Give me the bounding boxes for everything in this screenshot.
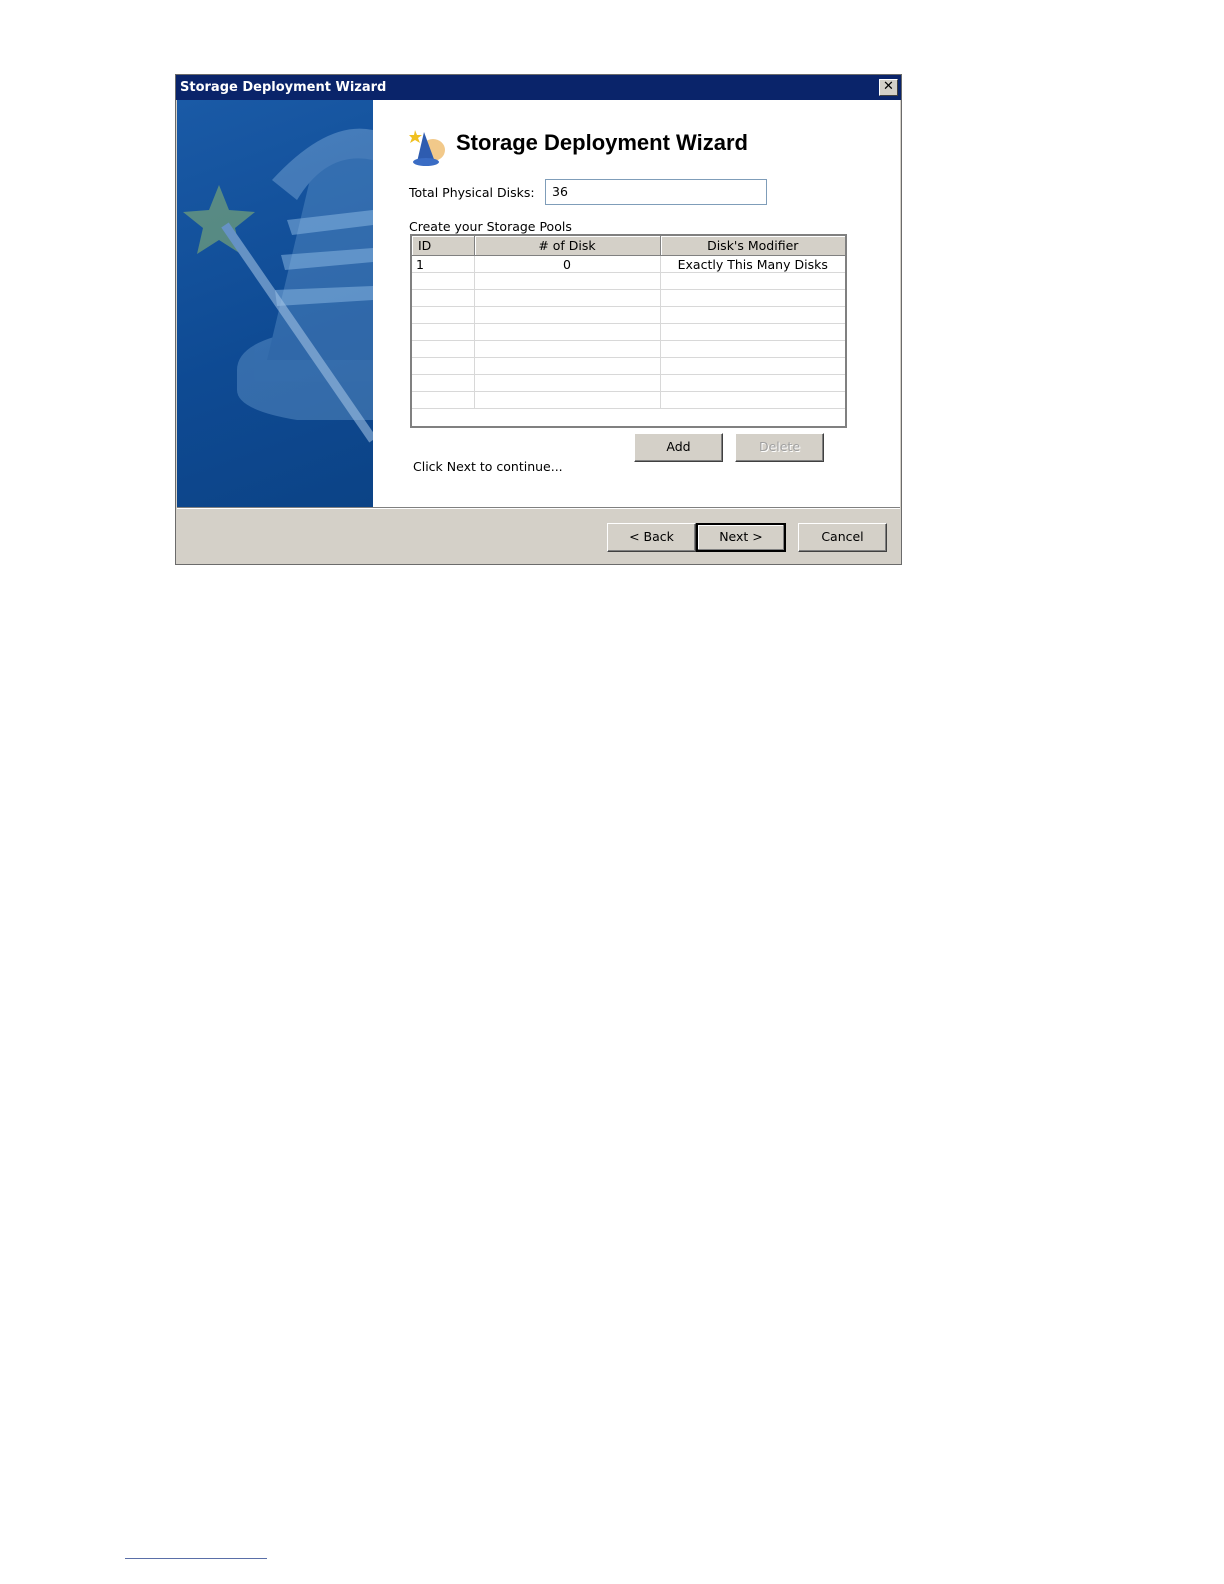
close-button[interactable]: ✕ <box>879 79 898 96</box>
cell-disk-count[interactable]: 0 <box>474 255 661 273</box>
total-disks-label: Total Physical Disks: <box>409 185 535 200</box>
table-row[interactable] <box>412 323 845 341</box>
page-title: Storage Deployment Wizard <box>456 130 748 155</box>
table-row[interactable] <box>412 306 845 324</box>
back-button[interactable]: < Back <box>607 523 696 552</box>
table-row[interactable] <box>412 340 845 358</box>
column-header-disk-count[interactable]: # of Disk <box>474 236 661 256</box>
table-row[interactable]: 1 0 Exactly This Many Disks <box>412 255 845 273</box>
status-text: Click Next to continue... <box>413 459 563 474</box>
table-row[interactable] <box>412 289 845 307</box>
window-title: Storage Deployment Wizard <box>180 80 387 95</box>
delete-button[interactable]: Delete <box>735 433 824 462</box>
wizard-hat-icon <box>409 130 445 166</box>
table-row[interactable] <box>412 374 845 392</box>
table-row[interactable] <box>412 391 845 409</box>
close-icon: ✕ <box>883 79 894 94</box>
cancel-button[interactable]: Cancel <box>798 523 887 552</box>
wizard-banner-art <box>183 128 373 443</box>
column-header-disk-modifier[interactable]: Disk's Modifier <box>660 236 845 256</box>
title-bar[interactable]: Storage Deployment Wizard ✕ <box>176 75 901 100</box>
storage-pools-table[interactable]: ID # of Disk Disk's Modifier 1 0 Exactly… <box>410 234 847 428</box>
cell-id[interactable]: 1 <box>412 255 475 273</box>
total-disks-input[interactable]: 36 <box>545 179 767 205</box>
wizard-content: Storage Deployment Wizard Total Physical… <box>373 100 900 507</box>
add-button[interactable]: Add <box>634 433 723 462</box>
wizard-dialog: Storage Deployment Wizard ✕ Storage Depl… <box>175 74 902 565</box>
table-row[interactable] <box>412 272 845 290</box>
table-row[interactable] <box>412 357 845 375</box>
footer-divider <box>177 507 900 509</box>
storage-pools-label: Create your Storage Pools <box>409 219 572 234</box>
wizard-banner-image <box>177 100 373 507</box>
page-footer-rule <box>125 1558 267 1559</box>
wizard-body: Storage Deployment Wizard Total Physical… <box>177 100 900 507</box>
column-header-id[interactable]: ID <box>412 236 475 256</box>
cell-disk-modifier[interactable]: Exactly This Many Disks <box>660 255 845 273</box>
next-button[interactable]: Next > <box>696 523 786 552</box>
table-header-row: ID # of Disk Disk's Modifier <box>412 236 845 256</box>
